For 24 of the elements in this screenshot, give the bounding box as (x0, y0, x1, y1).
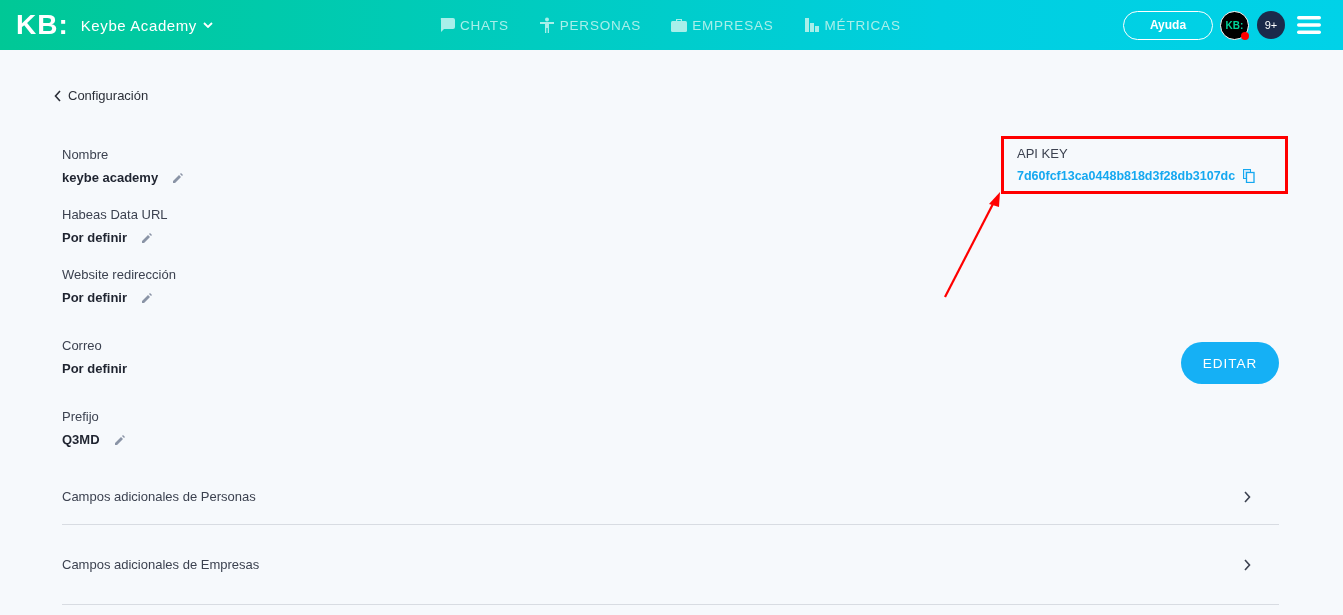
api-key-value: 7d60fcf13ca0448b818d3f28db3107dc (1017, 169, 1236, 183)
notification-badge[interactable]: 9+ (1257, 11, 1285, 39)
nav-tab[interactable]: EMPRESAS (671, 17, 774, 33)
nav-tab[interactable]: MÉTRICAS (803, 17, 901, 33)
logo: KB: (16, 9, 69, 41)
field-label: Habeas Data URL (62, 207, 168, 222)
section-row[interactable]: Campos adicionales de Personas (62, 469, 1279, 525)
edit-button[interactable]: EDITAR (1181, 342, 1279, 384)
api-key-label: API KEY (1017, 146, 1068, 161)
field-label: Website redirección (62, 267, 176, 282)
nav-tab[interactable]: PERSONAS (538, 17, 642, 33)
field-value: keybe academy (62, 170, 159, 185)
workspace-selector[interactable]: Keybe Academy (80, 16, 213, 34)
field-value: Por definir (62, 230, 127, 245)
field-value: Por definir (62, 361, 127, 376)
field-label: Prefijo (62, 409, 99, 424)
field-label: Correo (62, 338, 102, 353)
field-value: Q3MD (62, 432, 100, 447)
field-label: Nombre (62, 147, 109, 162)
avatar[interactable]: KB: (1220, 10, 1249, 40)
field-value: Por definir (62, 290, 127, 305)
back-link[interactable]: Configuración (54, 88, 149, 103)
nav-tab[interactable]: CHATS (438, 17, 509, 33)
section-row[interactable]: Campos adicionales de Empresas (62, 525, 1279, 605)
